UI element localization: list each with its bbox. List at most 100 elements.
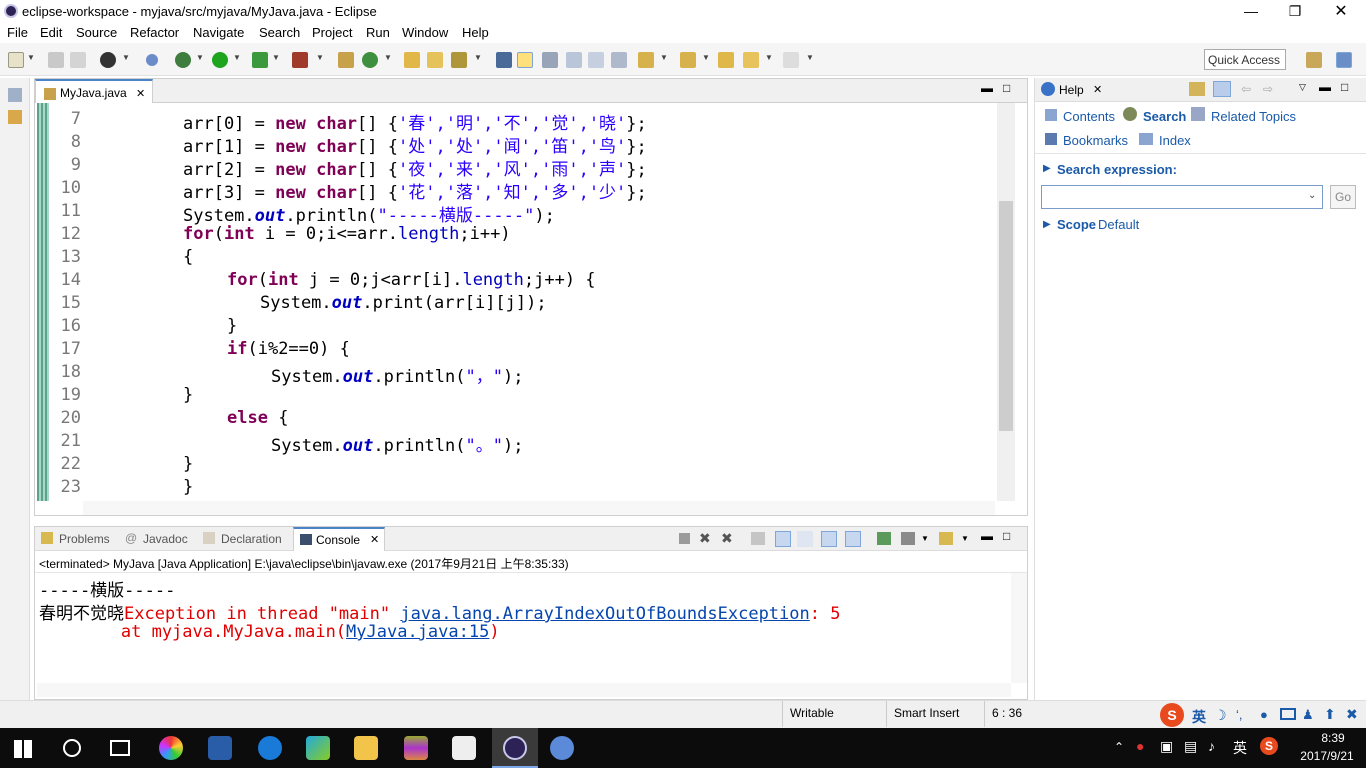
skin-icon[interactable]: ♟ — [1302, 707, 1314, 723]
chevron-down-icon[interactable]: ⌄ — [1308, 190, 1316, 201]
chevron-down-icon[interactable]: ▼ — [474, 53, 482, 62]
app-icon[interactable] — [550, 736, 574, 760]
tray-language-indicator[interactable]: 英 — [1233, 738, 1247, 758]
minimize-icon[interactable]: ▬ — [981, 81, 993, 95]
word-wrap-icon[interactable] — [542, 52, 558, 68]
minimize-icon[interactable]: ▬ — [981, 529, 993, 543]
microphone-icon[interactable]: ● — [1260, 707, 1268, 722]
chevron-down-icon[interactable]: ▼ — [806, 53, 814, 62]
network-icon[interactable]: ▤ — [1184, 738, 1197, 755]
menu-project[interactable]: Project — [312, 25, 352, 40]
close-button[interactable]: ✕ — [1318, 0, 1364, 23]
expand-icon[interactable]: ▶ — [1043, 219, 1051, 230]
package-explorer-icon[interactable] — [8, 110, 22, 124]
source-link[interactable]: MyJava.java:15 — [346, 622, 489, 642]
chevron-up-icon[interactable]: ⌃ — [1114, 740, 1124, 754]
back-icon[interactable] — [743, 52, 759, 68]
display-console-icon[interactable] — [901, 532, 915, 545]
cortana-icon[interactable] — [63, 739, 81, 757]
chevron-down-icon[interactable]: ▼ — [272, 53, 280, 62]
tab-problems[interactable]: Problems — [59, 532, 110, 546]
terminate-icon[interactable] — [679, 533, 690, 544]
sogou-ime-icon[interactable]: S — [1160, 703, 1184, 727]
upload-icon[interactable]: ⬆ — [1324, 706, 1336, 723]
pin-console-icon[interactable] — [877, 532, 891, 545]
menu-search[interactable]: Search — [259, 25, 300, 40]
new-java-package-icon[interactable] — [338, 52, 354, 68]
chevron-down-icon[interactable]: ▼ — [316, 53, 324, 62]
menu-window[interactable]: Window — [402, 25, 448, 40]
forward-icon[interactable] — [783, 52, 799, 68]
chevron-down-icon[interactable]: ▼ — [660, 53, 668, 62]
remove-all-icon[interactable]: ✖ — [721, 530, 733, 547]
quick-access-input[interactable]: Quick Access — [1204, 49, 1286, 70]
close-icon[interactable]: ✕ — [136, 88, 145, 100]
chevron-down-icon[interactable]: ▼ — [702, 53, 710, 62]
console-horizontal-scrollbar[interactable] — [37, 683, 1011, 697]
index-link[interactable]: Index — [1159, 133, 1191, 148]
media-player-icon[interactable] — [306, 736, 330, 760]
chevron-down-icon[interactable]: ▼ — [384, 53, 392, 62]
open-task-icon[interactable] — [427, 52, 443, 68]
taskbar-eclipse-active[interactable] — [492, 728, 538, 768]
maximize-icon[interactable]: □ — [1341, 80, 1348, 94]
close-icon[interactable]: ✕ — [1093, 83, 1102, 96]
show-stderr-icon[interactable] — [845, 531, 861, 547]
maximize-icon[interactable]: □ — [1003, 529, 1010, 543]
last-edit-icon[interactable] — [718, 52, 734, 68]
open-type-icon[interactable] — [404, 52, 420, 68]
skip-breakpoints-icon[interactable] — [146, 54, 158, 66]
tray-app-icon[interactable]: ● — [1136, 738, 1144, 754]
contents-link[interactable]: Contents — [1063, 109, 1115, 124]
chevron-down-icon[interactable]: ▼ — [122, 53, 130, 62]
toggle-mark-icon[interactable] — [496, 52, 512, 68]
exception-link[interactable]: java.lang.ArrayIndexOutOfBoundsException — [400, 604, 809, 624]
volume-icon[interactable]: ♪ — [1208, 738, 1215, 754]
close-icon[interactable]: ✕ — [370, 533, 379, 546]
clock-date[interactable]: 2017/9/21 — [1292, 749, 1362, 763]
windows-start-icon[interactable] — [14, 740, 32, 758]
minimize-icon[interactable]: ▬ — [1319, 80, 1331, 94]
search-link[interactable]: Search — [1143, 109, 1186, 124]
open-console-icon[interactable] — [939, 532, 953, 545]
tab-console[interactable]: Console ✕ — [293, 527, 385, 551]
menu-file[interactable]: File — [7, 25, 28, 40]
editor-scroll-thumb[interactable] — [999, 201, 1013, 431]
save-icon[interactable] — [48, 52, 64, 68]
maximize-button[interactable]: ❐ — [1272, 0, 1318, 23]
search-toolbar-icon[interactable] — [451, 52, 467, 68]
console-vertical-scrollbar[interactable] — [1011, 573, 1027, 683]
task-view-icon[interactable] — [110, 740, 130, 756]
menu-refactor[interactable]: Refactor — [130, 25, 179, 40]
tab-declaration[interactable]: Declaration — [221, 532, 282, 546]
open-perspective-icon[interactable] — [1306, 52, 1322, 68]
show-all-topics-icon[interactable] — [1189, 82, 1205, 96]
chevron-down-icon[interactable]: ▼ — [233, 53, 241, 62]
menu-source[interactable]: Source — [76, 25, 117, 40]
search-expression-input[interactable]: ⌄ — [1041, 185, 1323, 209]
chevron-down-icon[interactable]: ▼ — [27, 53, 35, 62]
maximize-icon[interactable]: □ — [1003, 81, 1010, 95]
tab-javadoc[interactable]: Javadoc — [143, 532, 188, 546]
battery-icon[interactable]: ▣ — [1160, 738, 1173, 755]
moon-icon[interactable]: ☽ — [1214, 707, 1227, 724]
new-java-class-icon[interactable] — [362, 52, 378, 68]
chevron-down-icon[interactable]: ▼ — [765, 53, 773, 62]
minimize-button[interactable]: — — [1228, 0, 1274, 23]
dev-cpp-icon[interactable] — [208, 736, 232, 760]
keyboard-icon[interactable] — [1280, 708, 1296, 720]
menu-navigate[interactable]: Navigate — [193, 25, 244, 40]
external-tools-icon[interactable] — [292, 52, 308, 68]
previous-annotation-icon[interactable] — [680, 52, 696, 68]
debug-icon[interactable] — [175, 52, 191, 68]
clock-time[interactable]: 8:39 — [1308, 731, 1358, 745]
toggle-highlight-icon[interactable] — [517, 52, 533, 68]
remove-launch-icon[interactable]: ✖ — [699, 530, 711, 547]
help-tab-label[interactable]: Help — [1059, 83, 1084, 97]
file-explorer-icon[interactable] — [354, 736, 378, 760]
menu-run[interactable]: Run — [366, 25, 390, 40]
k-app-icon[interactable] — [258, 736, 282, 760]
view-menu-icon[interactable]: ▽ — [1299, 82, 1306, 93]
new-icon[interactable] — [8, 52, 24, 68]
next-annotation-icon[interactable] — [638, 52, 654, 68]
